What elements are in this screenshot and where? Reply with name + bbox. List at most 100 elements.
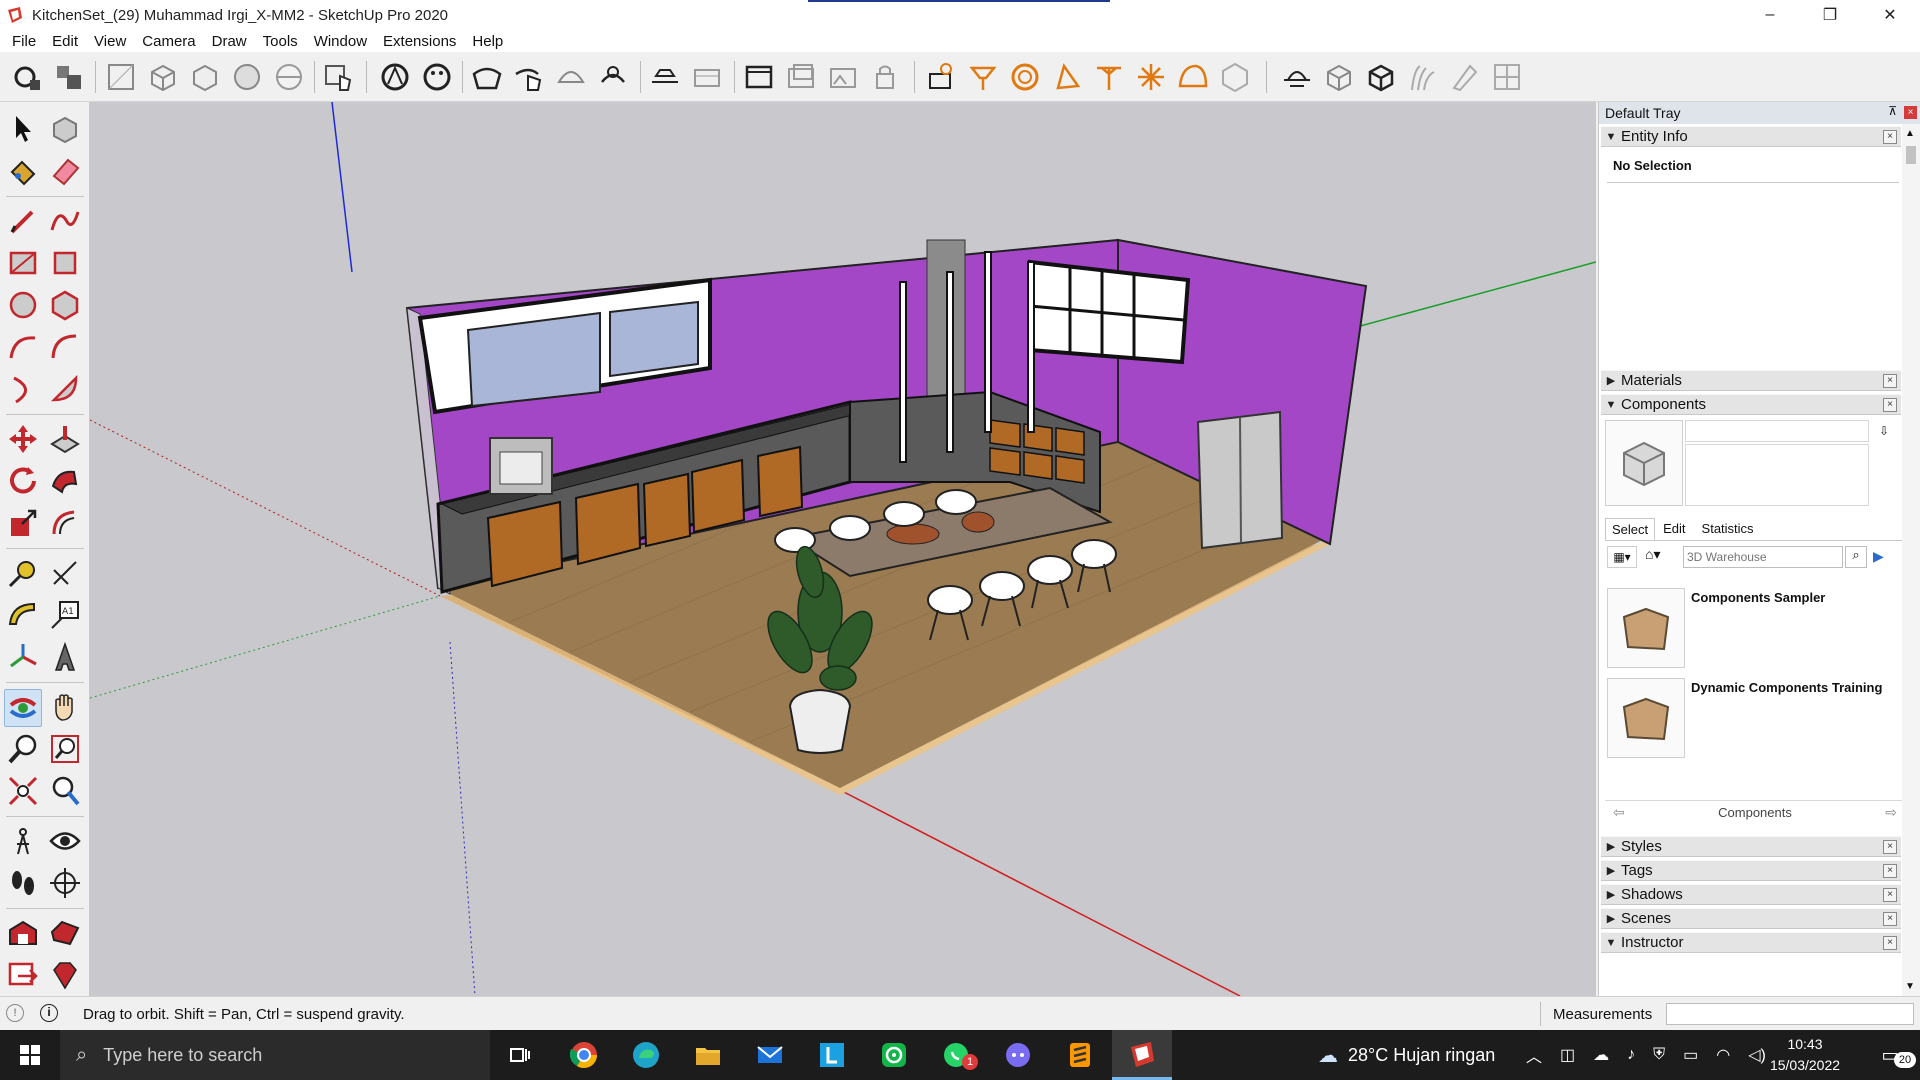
taskbar-search[interactable]: ⌕ Type here to search [60, 1030, 490, 1080]
components-sampler-thumb[interactable] [1607, 588, 1685, 668]
add-location-icon[interactable] [826, 60, 860, 94]
security-icon[interactable]: ⛨ [1653, 1046, 1665, 1064]
warehouse-icon[interactable] [6, 916, 40, 950]
entity-info-header[interactable]: ▼ Entity Info × [1601, 126, 1901, 147]
make-component-icon[interactable] [48, 112, 82, 146]
photo-textures-icon[interactable] [784, 60, 818, 94]
pencil-line-icon[interactable] [6, 204, 40, 238]
grass-icon[interactable] [1406, 60, 1440, 94]
lock-location-icon[interactable] [868, 60, 902, 94]
walk-footprints-icon[interactable] [6, 866, 40, 900]
pendant-orange-icon[interactable] [1092, 60, 1126, 94]
scale-icon[interactable] [6, 506, 40, 540]
entity-info-close-icon[interactable]: × [1883, 130, 1897, 144]
scroll-up-icon[interactable]: ▲ [1905, 128, 1915, 139]
taskbar-clock[interactable]: 10:43 15/03/2022 [1760, 1034, 1850, 1076]
materials-close-icon[interactable]: × [1883, 374, 1897, 388]
chrome-app[interactable] [554, 1030, 614, 1080]
pan-hand-icon[interactable] [48, 690, 82, 724]
monochrome-view-icon[interactable] [272, 60, 306, 94]
info-icon[interactable]: i [40, 1004, 58, 1022]
follow-me-icon[interactable] [48, 464, 82, 498]
previous-view-icon[interactable] [48, 774, 82, 808]
rotated-rectangle-icon[interactable] [48, 246, 82, 280]
media-app[interactable] [864, 1030, 924, 1080]
protractor-icon[interactable] [6, 598, 40, 632]
details-arrow-icon[interactable]: ⇩ [1879, 424, 1889, 438]
scroll-thumb[interactable] [1906, 146, 1916, 164]
rotate-icon[interactable] [6, 464, 40, 498]
tray-scrollbar[interactable]: ▲ ▼ [1902, 124, 1920, 996]
notification-center[interactable]: ▭ 20 [1860, 1030, 1920, 1080]
star-light-orange-icon[interactable] [1134, 60, 1168, 94]
tray-close-icon[interactable]: × [1904, 106, 1917, 119]
paint-bucket-icon[interactable] [6, 154, 40, 188]
ruby-gem-icon[interactable] [48, 958, 82, 992]
pie-icon[interactable] [48, 372, 82, 406]
text-label-icon[interactable]: A1 [48, 598, 82, 632]
styles-header[interactable]: ▶ Styles × [1601, 836, 1901, 857]
solar-north-icon[interactable] [924, 60, 958, 94]
move-icon[interactable] [6, 422, 40, 456]
battery-icon[interactable]: ▭ [1683, 1045, 1698, 1065]
details-forward-icon[interactable]: ▶ [1873, 548, 1884, 565]
components-sampler-label[interactable]: Components Sampler [1691, 590, 1825, 605]
instructor-header[interactable]: ▼ Instructor × [1601, 932, 1901, 953]
scenes-close-icon[interactable]: × [1883, 912, 1897, 926]
start-button[interactable] [0, 1030, 60, 1080]
styles-close-icon[interactable]: × [1883, 840, 1897, 854]
box-solid-icon[interactable] [1364, 60, 1398, 94]
zoom-window-icon[interactable] [48, 732, 82, 766]
file-explorer-app[interactable] [678, 1030, 738, 1080]
section-plane-tool-icon[interactable] [48, 866, 82, 900]
close-button[interactable]: ✕ [1860, 0, 1920, 30]
component-tool-icon[interactable] [52, 60, 86, 94]
dynamic-components-label[interactable]: Dynamic Components Training [1691, 680, 1882, 695]
components-header[interactable]: ▼ Components × [1601, 394, 1901, 415]
hidden-line-view-icon[interactable] [188, 60, 222, 94]
shadows-header[interactable]: ▶ Shadows × [1601, 884, 1901, 905]
mail-app[interactable] [740, 1030, 800, 1080]
tape-measure-icon[interactable] [6, 556, 40, 590]
two-point-arc-icon[interactable] [48, 330, 82, 364]
freehand-icon[interactable] [48, 204, 82, 238]
arc-icon[interactable] [6, 330, 40, 364]
menu-extensions[interactable]: Extensions [375, 33, 464, 50]
menu-file[interactable]: File [4, 33, 44, 50]
shaded-view-icon[interactable] [230, 60, 264, 94]
grid-tool-icon[interactable] [1490, 60, 1524, 94]
tags-close-icon[interactable]: × [1883, 864, 1897, 878]
pin-icon[interactable]: ⊼ [1888, 104, 1897, 118]
eraser-icon[interactable] [48, 154, 82, 188]
sphere-grey-icon[interactable] [1218, 60, 1252, 94]
look-around-eye-icon[interactable] [48, 824, 82, 858]
warehouse-search-input[interactable] [1683, 546, 1843, 568]
xray-view-icon[interactable] [104, 60, 138, 94]
three-point-arc-icon[interactable] [6, 372, 40, 406]
edge-app[interactable] [616, 1030, 676, 1080]
orbit-tool-active[interactable] [4, 689, 42, 727]
navigation-home-icon[interactable]: ⌂▾ [1645, 546, 1677, 568]
menu-help[interactable]: Help [464, 33, 511, 50]
menu-view[interactable]: View [86, 33, 134, 50]
task-view-button[interactable] [490, 1030, 550, 1080]
sketchup-app[interactable] [1112, 1030, 1172, 1080]
onedrive-cloud-icon[interactable]: ☁ [1593, 1045, 1609, 1065]
sublime-app[interactable] [1050, 1030, 1110, 1080]
sandbox-hand-icon[interactable] [512, 60, 546, 94]
orbit-icon[interactable] [378, 60, 412, 94]
model-viewport[interactable] [90, 102, 1596, 996]
back-arrow-icon[interactable]: ⇦ [1613, 804, 1625, 821]
section-cut-icon[interactable] [690, 60, 724, 94]
zoom-extents-icon[interactable] [6, 774, 40, 808]
materials-header[interactable]: ▶ Materials × [1601, 370, 1901, 391]
select-arrow-icon[interactable] [6, 112, 40, 146]
dynamic-components-thumb[interactable] [1607, 678, 1685, 758]
cone-light-orange-icon[interactable] [1050, 60, 1084, 94]
menu-edit[interactable]: Edit [44, 33, 86, 50]
share-model-icon[interactable] [6, 958, 40, 992]
line-app[interactable] [802, 1030, 862, 1080]
tags-header[interactable]: ▶ Tags × [1601, 860, 1901, 881]
dome-orange-icon[interactable] [1176, 60, 1210, 94]
menu-window[interactable]: Window [306, 33, 375, 50]
